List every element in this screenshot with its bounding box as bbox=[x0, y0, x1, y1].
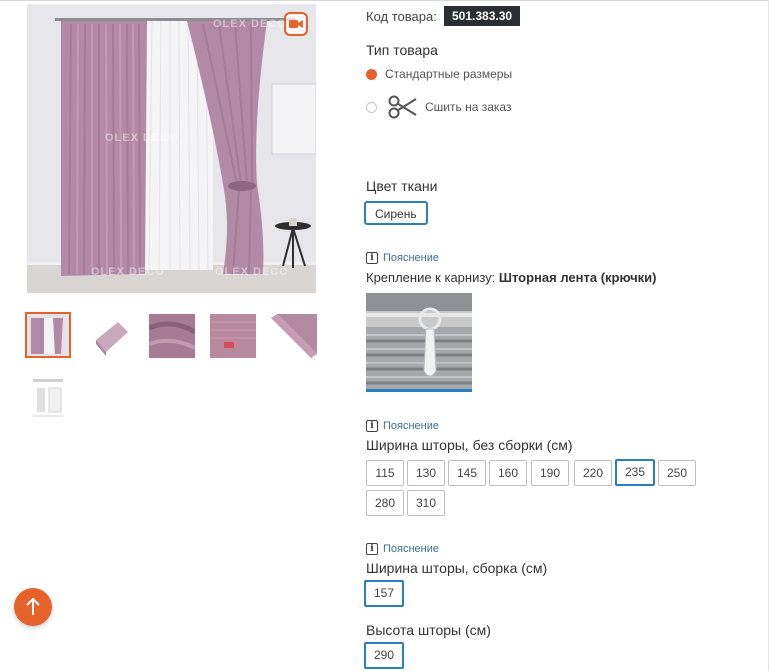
info-icon: i bbox=[366, 543, 378, 555]
mounting-hint-link[interactable]: i Пояснение bbox=[366, 252, 439, 264]
thumbnail-4[interactable] bbox=[210, 314, 256, 360]
thumbnail-fabric-folds-image bbox=[149, 314, 195, 358]
scroll-to-top-button[interactable] bbox=[14, 588, 52, 626]
assembled-width-value[interactable]: 157 bbox=[364, 580, 404, 607]
info-icon: i bbox=[366, 252, 378, 264]
watermark-3: OLEX DECO bbox=[215, 266, 289, 278]
assembled-width-hint-link[interactable]: i Пояснение bbox=[366, 543, 439, 555]
video-icon bbox=[289, 20, 303, 28]
thumbnail-5[interactable] bbox=[271, 314, 317, 360]
width-option[interactable]: 280 bbox=[366, 490, 404, 516]
thumbnail-6[interactable] bbox=[25, 376, 71, 422]
product-type-option-label: Сшить на заказ bbox=[425, 100, 512, 114]
width-option[interactable]: 220 bbox=[574, 460, 612, 486]
height-value[interactable]: 290 bbox=[364, 642, 404, 669]
width-option[interactable]: 115 bbox=[366, 460, 404, 486]
video-button[interactable] bbox=[284, 12, 308, 36]
product-type-option-standard[interactable]: Стандартные размеры bbox=[366, 67, 512, 81]
width-option[interactable]: 190 bbox=[531, 460, 569, 486]
info-icon: i bbox=[366, 420, 378, 432]
product-type-title: Тип товара bbox=[366, 42, 438, 58]
mounting-text: Крепление к карнизу: Шторная лента (крюч… bbox=[366, 270, 656, 285]
thumbnail-fabric-label-image bbox=[210, 314, 256, 358]
thumbnail-size-chart-image bbox=[25, 376, 71, 420]
hint-label: Пояснение bbox=[383, 252, 440, 264]
curtain-tape-hook-image bbox=[366, 293, 472, 389]
mounting-option-tape-hooks[interactable] bbox=[366, 293, 472, 392]
watermark-4: OLEX DECO bbox=[91, 266, 165, 278]
width-option[interactable]: 130 bbox=[407, 460, 445, 486]
scissors-icon bbox=[387, 93, 419, 121]
main-product-photo[interactable]: OLEX DECO OLEX DECO OLEX DECO OLEX DECO bbox=[27, 4, 316, 293]
watermark-2: OLEX DECO bbox=[213, 18, 287, 30]
curtain-photo bbox=[27, 4, 316, 293]
hint-label: Пояснение bbox=[383, 420, 440, 432]
product-type-option-label: Стандартные размеры bbox=[385, 67, 513, 81]
width-unassembled-title: Ширина шторы, без сборки (см) bbox=[366, 437, 573, 453]
thumbnail-3[interactable] bbox=[149, 314, 195, 360]
thumbnail-package-image bbox=[88, 314, 134, 360]
width-option[interactable]: 310 bbox=[407, 490, 445, 516]
top-divider bbox=[0, 0, 769, 1]
mounting-value: Шторная лента (крючки) bbox=[498, 270, 657, 285]
width-option[interactable]: 160 bbox=[489, 460, 527, 486]
thumbnail-fabric-corner-image bbox=[271, 314, 317, 358]
width-option[interactable]: 250 bbox=[658, 460, 696, 486]
width-option-selected[interactable]: 235 bbox=[615, 459, 655, 486]
product-code-label: Код товара: bbox=[366, 9, 437, 24]
thumbnail-2[interactable] bbox=[88, 314, 134, 360]
arrow-up-icon bbox=[26, 597, 40, 615]
thumbnail-curtain-image bbox=[27, 314, 69, 356]
width-hint-link[interactable]: i Пояснение bbox=[366, 420, 439, 432]
thumbnail-1[interactable] bbox=[25, 312, 71, 358]
fabric-color-option[interactable]: Сирень bbox=[364, 201, 428, 225]
width-assembled-title: Ширина шторы, сборка (см) bbox=[366, 560, 548, 576]
mounting-label: Крепление к карнизу: bbox=[366, 270, 496, 285]
radio-selected[interactable] bbox=[366, 68, 377, 80]
width-option[interactable]: 145 bbox=[448, 460, 486, 486]
product-code-value: 501.383.30 bbox=[444, 6, 521, 26]
hint-label: Пояснение bbox=[383, 543, 440, 555]
height-title: Высота шторы (см) bbox=[366, 622, 491, 638]
product-type-option-custom[interactable]: Сшить на заказ bbox=[366, 93, 511, 121]
fabric-color-title: Цвет ткани bbox=[366, 178, 438, 194]
radio-unselected[interactable] bbox=[366, 101, 377, 113]
watermark-1: OLEX DECO bbox=[105, 132, 179, 144]
